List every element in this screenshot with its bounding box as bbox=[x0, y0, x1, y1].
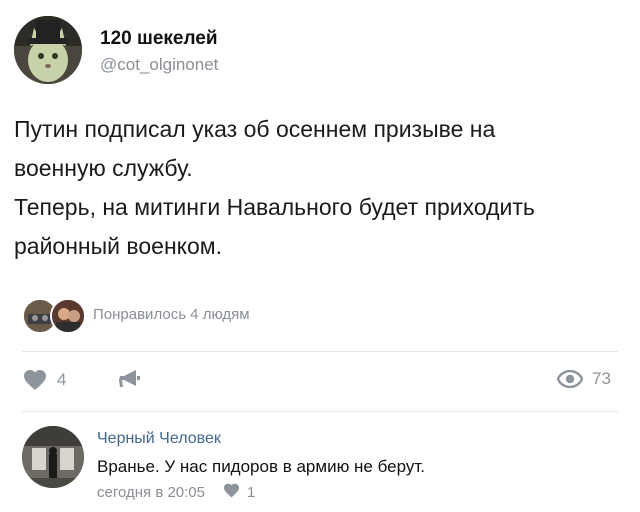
post-text-line: военную службу. bbox=[14, 155, 193, 181]
comment-author-name[interactable]: Черный Человек bbox=[97, 430, 221, 448]
post-author-avatar[interactable] bbox=[14, 16, 82, 84]
share-button[interactable] bbox=[118, 369, 142, 389]
divider bbox=[22, 411, 618, 412]
post-author-handle[interactable]: @cot_olginonet bbox=[100, 55, 218, 75]
eye-icon bbox=[557, 370, 583, 388]
comment-time[interactable]: сегодня в 20:05 bbox=[97, 484, 205, 501]
liker-avatar bbox=[50, 298, 86, 334]
post-text-line: Путин подписал указ об осеннем призыве н… bbox=[14, 116, 496, 142]
comment-avatar-image bbox=[22, 426, 84, 488]
cat-avatar-image bbox=[14, 16, 82, 84]
heart-icon bbox=[22, 369, 48, 391]
comment-like-count: 1 bbox=[247, 484, 256, 501]
likes-summary[interactable]: Понравилось 4 людям bbox=[93, 306, 250, 323]
like-button[interactable]: 4 bbox=[22, 369, 66, 391]
megaphone-icon bbox=[118, 369, 142, 389]
like-count: 4 bbox=[57, 370, 67, 389]
comment-author-avatar[interactable] bbox=[22, 426, 84, 488]
post-text: Путин подписал указ об осеннем призыве н… bbox=[14, 110, 629, 266]
divider bbox=[22, 351, 618, 352]
comment-text: Вранье. У нас пидоров в армию не берут. bbox=[97, 457, 425, 476]
views-count: 73 bbox=[592, 369, 611, 388]
post-text-line: Теперь, на митинги Навального будет прих… bbox=[14, 194, 535, 220]
comment-meta: сегодня в 20:05 1 bbox=[97, 483, 255, 502]
views-indicator: 73 bbox=[557, 369, 611, 389]
post-author-name[interactable]: 120 шекелей bbox=[100, 28, 218, 50]
comment-like-button[interactable]: 1 bbox=[223, 483, 255, 502]
post-text-line: районный военком. bbox=[14, 233, 222, 259]
heart-icon bbox=[223, 483, 240, 502]
